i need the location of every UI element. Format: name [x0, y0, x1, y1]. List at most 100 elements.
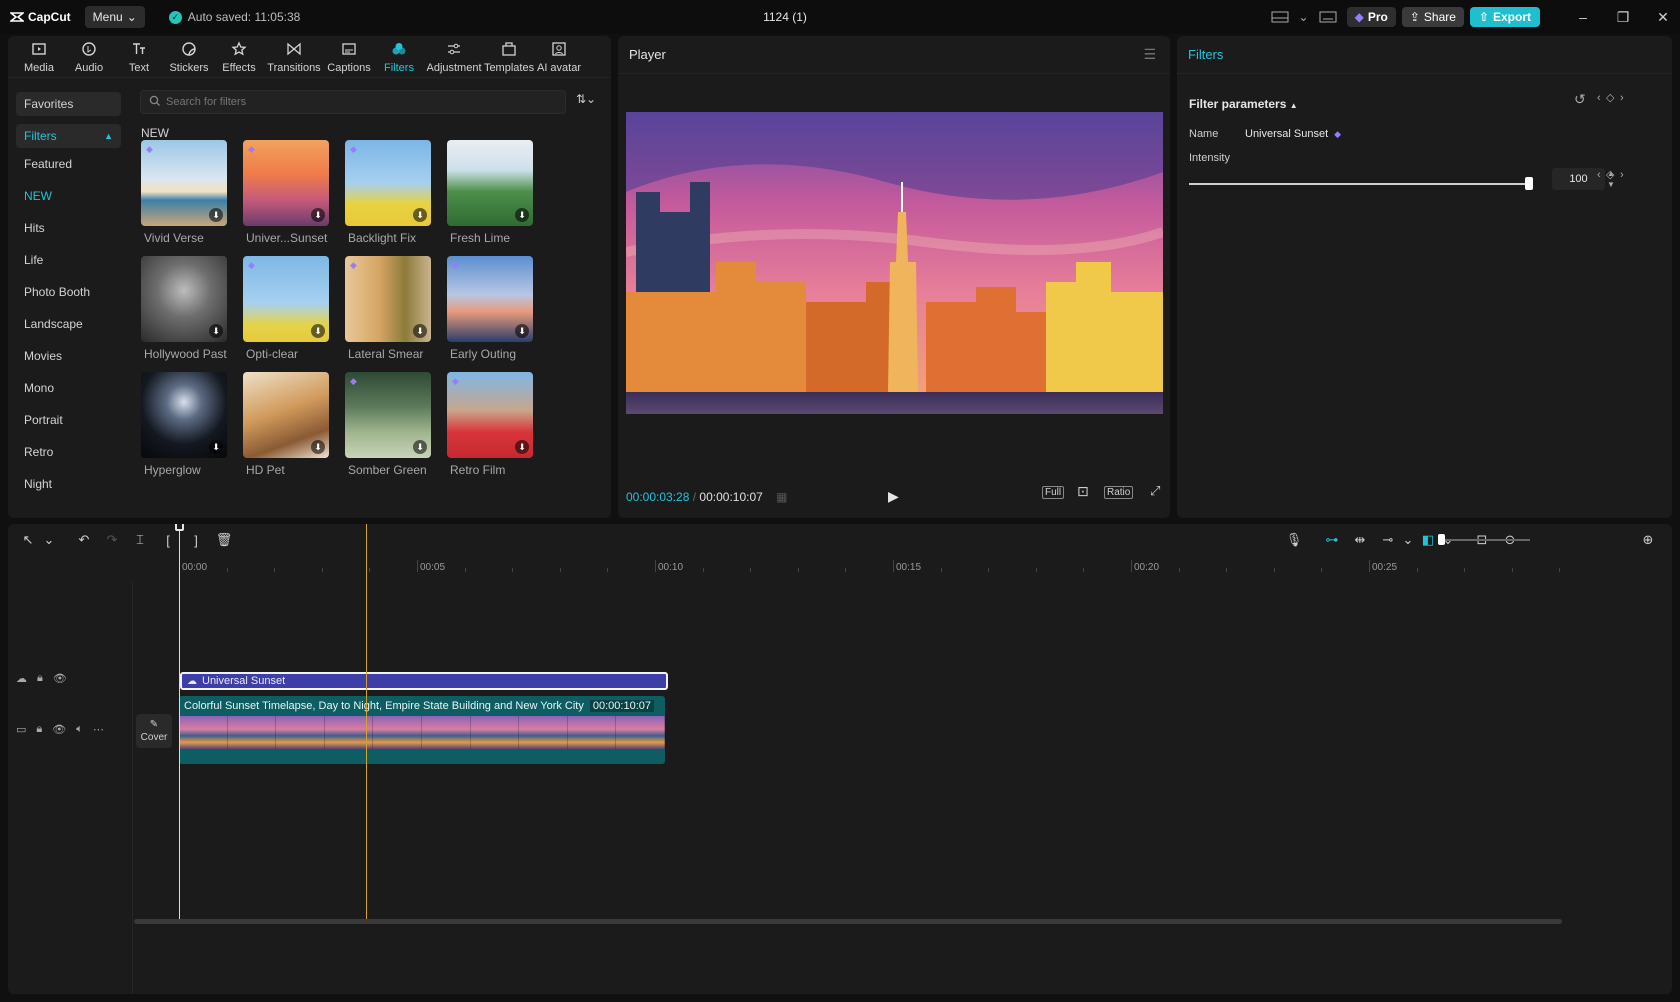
keyboard-icon[interactable] [1315, 6, 1341, 28]
export-button[interactable]: ⇧ Export [1469, 7, 1540, 27]
undo-icon[interactable]: ↶ [70, 526, 98, 554]
screenshot-icon[interactable]: ⊡ [1075, 483, 1091, 500]
close-icon[interactable]: ✕ [1646, 2, 1680, 32]
pro-button[interactable]: ◆ Pro [1346, 7, 1396, 27]
tool-stickers[interactable]: Stickers [164, 41, 214, 77]
category-movies[interactable]: Movies [16, 340, 121, 372]
category-life[interactable]: Life [16, 244, 121, 276]
chevron-down-icon[interactable]: ⌄ [42, 526, 56, 554]
filter-card[interactable]: ⬇ Hyperglow [141, 372, 227, 488]
redo-icon[interactable]: ↷ [98, 526, 126, 554]
filter-thumbnail[interactable]: ◆ ⬇ [345, 140, 431, 226]
filter-card[interactable]: ◆ ⬇ Univer...Sunset [243, 140, 329, 256]
filter-card[interactable]: ◆ ⬇ Backlight Fix [345, 140, 431, 256]
search-bar[interactable] [140, 90, 566, 114]
restore-icon[interactable]: ❐ [1606, 2, 1640, 32]
category-photo-booth[interactable]: Photo Booth [16, 276, 121, 308]
filter-thumbnail[interactable]: ◆ ⬇ [243, 256, 329, 342]
fullscreen-icon[interactable]: ⤢ [1148, 483, 1162, 499]
chevron-down-icon[interactable]: ⌄ [1299, 6, 1309, 28]
download-icon[interactable]: ⬇ [311, 324, 325, 338]
category-featured[interactable]: Featured [16, 148, 121, 180]
tool-filters[interactable]: Filters [374, 41, 424, 77]
search-input[interactable] [166, 96, 546, 108]
intensity-slider-handle[interactable] [1525, 177, 1533, 190]
download-icon[interactable]: ⬇ [209, 324, 223, 338]
filter-thumbnail[interactable]: ⬇ [141, 372, 227, 458]
filter-card[interactable]: ◆ ⬇ Vivid Verse [141, 140, 227, 256]
download-icon[interactable]: ⬇ [413, 440, 427, 454]
filter-card[interactable]: ◆ ⬇ Lateral Smear [345, 256, 431, 372]
eye-icon[interactable]: 👁︎ [52, 723, 66, 736]
split-icon[interactable]: ⌶ [126, 526, 154, 554]
filter-thumbnail[interactable]: ◆ ⬇ [447, 372, 533, 458]
filter-thumbnail[interactable]: ◆ ⬇ [447, 256, 533, 342]
delete-icon[interactable]: 🗑 [210, 526, 238, 554]
zoom-slider-handle[interactable] [1438, 534, 1445, 545]
keyframe-icon[interactable]: ◇ [1606, 168, 1614, 181]
zoom-slider-track[interactable] [1440, 539, 1530, 541]
volume-icon[interactable]: 🔈︎ [76, 723, 83, 736]
filter-thumbnail[interactable]: ⬇ [447, 140, 533, 226]
filter-card[interactable]: ⬇ Hollywood Past [141, 256, 227, 372]
intensity-slider-track[interactable] [1189, 183, 1529, 185]
filter-thumbnail[interactable]: ⬇ [141, 256, 227, 342]
video-clip[interactable]: Colorful Sunset Timelapse, Day to Night,… [179, 696, 665, 764]
filter-thumbnail[interactable]: ◆ ⬇ [141, 140, 227, 226]
download-icon[interactable]: ⬇ [209, 440, 223, 454]
tool-audio[interactable]: Audio [64, 41, 114, 77]
category-portrait[interactable]: Portrait [16, 404, 121, 436]
filter-thumbnail[interactable]: ◆ ⬇ [243, 140, 329, 226]
keyframe-icon[interactable]: ◇ [1606, 91, 1614, 104]
download-icon[interactable]: ⬇ [413, 324, 427, 338]
filter-card[interactable]: ⬇ Fresh Lime [447, 140, 533, 256]
video-preview[interactable] [626, 112, 1163, 414]
category-favorites[interactable]: Favorites [16, 92, 121, 116]
category-new[interactable]: NEW [16, 180, 121, 212]
split-right-icon[interactable]: ] [182, 526, 210, 554]
filter-card[interactable]: ◆ ⬇ Early Outing [447, 256, 533, 372]
sort-filter-button[interactable]: ⇅⌄ [576, 92, 596, 106]
link-icon[interactable]: ⊸ [1374, 526, 1402, 554]
microphone-icon[interactable]: 🎙 [1280, 526, 1308, 554]
download-icon[interactable]: ⬇ [311, 208, 325, 222]
download-icon[interactable]: ⬇ [515, 324, 529, 338]
tool-effects[interactable]: Effects [214, 41, 264, 77]
tool-media[interactable]: Media [14, 41, 64, 77]
category-night[interactable]: Night [16, 468, 121, 500]
timeline-start-handle[interactable] [175, 524, 184, 531]
filter-card[interactable]: ◆ ⬇ Somber Green [345, 372, 431, 488]
inspector-tab-filters[interactable]: Filters [1188, 47, 1223, 62]
playhead[interactable] [366, 524, 367, 924]
cover-button[interactable]: ✎ Cover [136, 714, 172, 748]
grid-icon[interactable]: ▦ [776, 490, 787, 504]
download-icon[interactable]: ⬇ [515, 208, 529, 222]
ratio-button[interactable]: Ratio [1104, 486, 1134, 499]
next-keyframe-icon[interactable]: › [1620, 169, 1624, 181]
horizontal-scrollbar[interactable] [134, 919, 1562, 924]
category-hits[interactable]: Hits [16, 212, 121, 244]
filter-thumbnail[interactable]: ◆ ⬇ [345, 256, 431, 342]
reset-icon[interactable]: ↺ [1574, 91, 1586, 108]
prev-keyframe-icon[interactable]: ‹ [1597, 169, 1601, 181]
next-keyframe-icon[interactable]: › [1620, 92, 1624, 104]
tool-transitions[interactable]: Transitions [264, 41, 324, 77]
auto-snap-icon[interactable]: ⇹ [1346, 526, 1374, 554]
download-icon[interactable]: ⬇ [515, 440, 529, 454]
filter-card[interactable]: ◆ ⬇ Opti-clear [243, 256, 329, 372]
filter-card[interactable]: ◆ ⬇ Retro Film [447, 372, 533, 488]
zoom-in-icon[interactable]: ⊕ [1634, 526, 1662, 554]
filter-thumbnail[interactable]: ⬇ [243, 372, 329, 458]
full-button[interactable]: Full [1042, 486, 1065, 499]
filter-clip[interactable]: ☁ Universal Sunset [180, 672, 668, 690]
play-button[interactable]: ▶ [888, 488, 899, 505]
more-icon[interactable]: ⋯ [93, 723, 104, 736]
tool-adjustment[interactable]: Adjustment [424, 41, 484, 77]
tool-templates[interactable]: Templates [484, 41, 534, 77]
category-landscape[interactable]: Landscape [16, 308, 121, 340]
download-icon[interactable]: ⬇ [413, 208, 427, 222]
filter-parameters-heading[interactable]: Filter parameters ▲ [1189, 97, 1298, 111]
menu-icon[interactable]: ☰ [1143, 46, 1156, 63]
download-icon[interactable]: ⬇ [311, 440, 325, 454]
filter-card[interactable]: ⬇ HD Pet [243, 372, 329, 488]
